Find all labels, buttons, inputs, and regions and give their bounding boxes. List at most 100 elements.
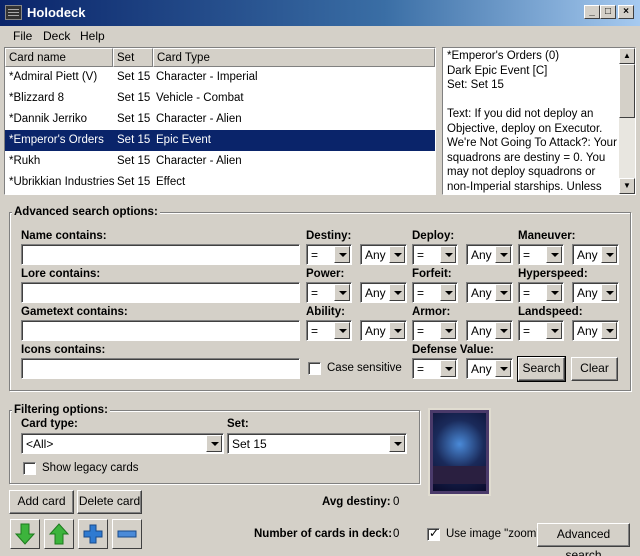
chevron-down-icon[interactable] (601, 322, 617, 339)
remove-quantity-button[interactable] (112, 519, 142, 549)
destiny-value-select[interactable]: Any (360, 244, 407, 265)
table-row[interactable]: *Blizzard 8 Set 15 Vehicle - Combat (5, 88, 435, 109)
defense-value-select[interactable]: Any (466, 358, 513, 379)
table-row[interactable]: *Dannik Jerriko Set 15 Character - Alien (5, 109, 435, 130)
power-value-select[interactable]: Any (360, 282, 407, 303)
column-header-type[interactable]: Card Type (153, 48, 435, 67)
table-cell-type: Character - Imperial (156, 71, 258, 83)
arrow-up-icon (48, 523, 70, 545)
menu-file[interactable]: File (13, 29, 32, 43)
clear-button[interactable]: Clear (571, 357, 618, 381)
close-button[interactable]: × (618, 5, 634, 19)
card-type-select[interactable]: <All> (21, 433, 224, 454)
chevron-down-icon[interactable] (546, 284, 562, 301)
column-header-set[interactable]: Set (113, 48, 153, 67)
armor-label: Armor: (412, 306, 451, 318)
menu-help[interactable]: Help (80, 29, 105, 43)
chevron-down-icon[interactable] (334, 284, 350, 301)
ability-operator-select[interactable]: = (306, 320, 352, 341)
detail-scrollbar[interactable]: ▲ ▼ (619, 48, 635, 194)
search-button[interactable]: Search (517, 356, 566, 382)
chevron-down-icon[interactable] (334, 322, 350, 339)
lore-input[interactable] (21, 282, 300, 303)
table-row[interactable]: *Admiral Piett (V) Set 15 Character - Impe… (5, 67, 435, 88)
num-cards-label: Number of cards in deck: (254, 528, 393, 540)
delete-card-button[interactable]: Delete card (77, 490, 142, 514)
show-legacy-checkbox[interactable] (23, 462, 36, 475)
chevron-down-icon[interactable] (601, 246, 617, 263)
set-select[interactable]: Set 15 (227, 433, 407, 454)
ability-value-select[interactable]: Any (360, 320, 407, 341)
move-up-button[interactable] (44, 519, 74, 549)
landspeed-value-select[interactable]: Any (572, 320, 619, 341)
chevron-down-icon[interactable] (389, 284, 405, 301)
table-cell-type: Epic Event (156, 134, 211, 146)
scroll-down-button[interactable]: ▼ (619, 178, 635, 194)
table-cell-set: Set 15 (117, 71, 151, 83)
scroll-thumb[interactable] (619, 64, 635, 118)
forfeit-operator-select-value: = (417, 286, 425, 300)
app-icon (5, 5, 22, 20)
table-row[interactable]: *Ubrikkian Industries Set 15 Effect (5, 172, 435, 193)
chevron-down-icon[interactable] (495, 246, 511, 263)
use-zoom-label: Use image "zoom" (446, 528, 541, 540)
card-table[interactable]: Card name Set Card Type *Admiral Piett (… (4, 47, 436, 195)
table-row[interactable]: *Emperor's Orders Set 15 Epic Event (5, 130, 435, 151)
advanced-search-button[interactable]: Advanced search (537, 523, 630, 556)
chevron-down-icon[interactable] (495, 360, 511, 377)
destiny-operator-select[interactable]: = (306, 244, 352, 265)
column-header-name[interactable]: Card name (5, 48, 113, 67)
deploy-operator-select[interactable]: = (412, 244, 458, 265)
gametext-label: Gametext contains: (21, 306, 128, 318)
landspeed-operator-select[interactable]: = (518, 320, 564, 341)
forfeit-operator-select[interactable]: = (412, 282, 458, 303)
case-sensitive-checkbox[interactable] (308, 362, 321, 375)
icons-input[interactable] (21, 358, 300, 379)
chevron-down-icon[interactable] (601, 284, 617, 301)
chevron-down-icon[interactable] (495, 322, 511, 339)
maneuver-value-select[interactable]: Any (572, 244, 619, 265)
table-cell-set: Set 15 (117, 113, 151, 125)
chevron-down-icon[interactable] (389, 322, 405, 339)
chevron-down-icon[interactable] (206, 435, 222, 452)
chevron-down-icon[interactable] (389, 246, 405, 263)
hyperspeed-value-select[interactable]: Any (572, 282, 619, 303)
defense-operator-select[interactable]: = (412, 358, 458, 379)
chevron-down-icon[interactable] (440, 246, 456, 263)
name-input[interactable] (21, 244, 300, 265)
filtering-title: Filtering options: (12, 404, 110, 416)
chevron-down-icon[interactable] (546, 246, 562, 263)
deploy-value-select[interactable]: Any (466, 244, 513, 265)
minimize-button[interactable]: _ (584, 5, 600, 19)
card-type-label: Card type: (21, 418, 78, 430)
move-down-button[interactable] (10, 519, 40, 549)
armor-value-select[interactable]: Any (466, 320, 513, 341)
add-quantity-button[interactable] (78, 519, 108, 549)
table-cell-name: *Rukh (9, 155, 41, 167)
hyperspeed-operator-select[interactable]: = (518, 282, 564, 303)
table-cell-set: Set 15 (117, 176, 151, 188)
use-zoom-checkbox[interactable] (427, 526, 440, 541)
hyperspeed-label: Hyperspeed: (518, 268, 588, 280)
maximize-button[interactable]: □ (600, 5, 616, 19)
forfeit-value-select[interactable]: Any (466, 282, 513, 303)
chevron-down-icon[interactable] (495, 284, 511, 301)
chevron-down-icon[interactable] (440, 322, 456, 339)
title-bar: Holodeck _ □ × (0, 0, 640, 26)
menu-deck[interactable]: Deck (43, 29, 70, 43)
add-card-button[interactable]: Add card (9, 490, 74, 514)
maneuver-operator-select[interactable]: = (518, 244, 564, 265)
power-operator-select[interactable]: = (306, 282, 352, 303)
chevron-down-icon[interactable] (389, 435, 405, 452)
card-image-thumbnail[interactable] (428, 408, 491, 496)
scroll-up-button[interactable]: ▲ (619, 48, 635, 64)
chevron-down-icon[interactable] (334, 246, 350, 263)
chevron-down-icon[interactable] (440, 360, 456, 377)
chevron-down-icon[interactable] (546, 322, 562, 339)
table-cell-name: *Emperor's Orders (9, 134, 104, 146)
armor-operator-select[interactable]: = (412, 320, 458, 341)
gametext-input[interactable] (21, 320, 300, 341)
chevron-down-icon[interactable] (440, 284, 456, 301)
table-row[interactable]: *Rukh Set 15 Character - Alien (5, 151, 435, 172)
ability-label: Ability: (306, 306, 345, 318)
